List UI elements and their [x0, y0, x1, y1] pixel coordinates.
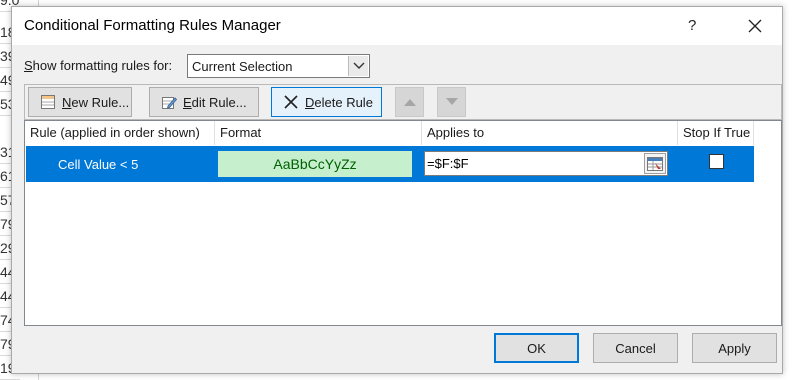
column-header-format[interactable]: Format: [215, 121, 422, 145]
scope-selected-value: Current Selection: [192, 59, 293, 74]
edit-rule-icon: [160, 93, 178, 111]
arrow-down-icon: [445, 98, 458, 105]
stop-if-true-checkbox[interactable]: [709, 154, 724, 169]
rules-list: Rule (applied in order shown) Format App…: [24, 120, 782, 326]
delete-rule-label: Delete Rule: [305, 94, 373, 110]
chevron-down-icon: [353, 62, 364, 69]
new-rule-icon: [39, 93, 57, 111]
cancel-button[interactable]: Cancel: [593, 333, 678, 363]
column-header-rule[interactable]: Rule (applied in order shown): [25, 121, 215, 145]
rules-manager-dialog: Conditional Formatting Rules Manager ? S…: [11, 6, 783, 374]
edit-rule-label: Edit Rule...: [183, 94, 247, 110]
dropdown-button[interactable]: [348, 56, 368, 76]
apply-button[interactable]: Apply: [692, 333, 777, 363]
rule-row[interactable]: Cell Value < 5 AaBbCcYyZz =$F:$F: [26, 146, 754, 182]
move-down-button[interactable]: [437, 87, 466, 117]
range-select-icon: [647, 156, 663, 171]
range-selector-button[interactable]: [644, 153, 666, 174]
rule-condition: Cell Value < 5: [58, 157, 139, 172]
dialog-title: Conditional Formatting Rules Manager: [24, 17, 281, 34]
move-up-button[interactable]: [395, 87, 424, 117]
format-preview: AaBbCcYyZz: [218, 151, 412, 177]
show-rules-label: Show formatting rules for:: [24, 58, 173, 73]
column-header-applies-to[interactable]: Applies to: [422, 121, 678, 145]
delete-x-icon: [282, 93, 300, 111]
close-button[interactable]: [742, 13, 768, 39]
rules-scope-dropdown[interactable]: Current Selection: [187, 54, 370, 78]
delete-rule-button[interactable]: Delete Rule: [271, 87, 382, 117]
new-rule-label: New Rule...: [62, 94, 130, 110]
edit-rule-button[interactable]: Edit Rule...: [149, 87, 259, 117]
applies-to-input[interactable]: =$F:$F: [424, 151, 668, 176]
column-header-stop-if-true[interactable]: Stop If True: [678, 121, 754, 145]
ok-button[interactable]: OK: [494, 333, 579, 363]
close-icon: [748, 19, 762, 33]
arrow-up-icon: [403, 99, 416, 106]
help-button[interactable]: ?: [688, 17, 696, 34]
applies-to-value: =$F:$F: [427, 156, 469, 171]
title-bar: Conditional Formatting Rules Manager ?: [12, 7, 782, 45]
new-rule-button[interactable]: New Rule...: [28, 87, 132, 117]
